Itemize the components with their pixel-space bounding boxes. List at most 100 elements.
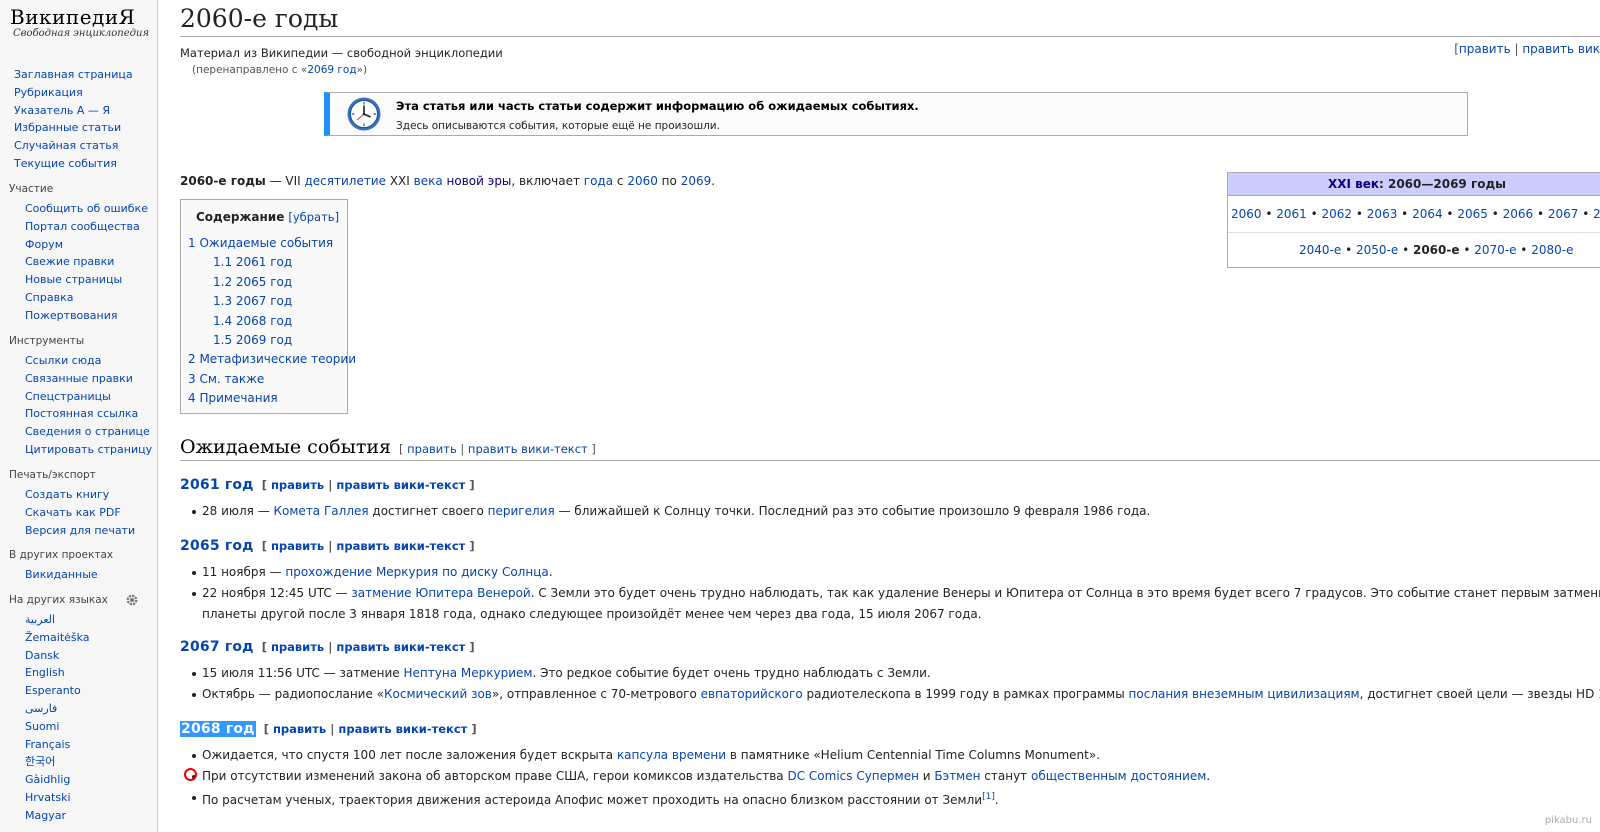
sidebar-item-help[interactable]: Справка [25,291,73,304]
sidebar-item-new-pages[interactable]: Новые страницы [25,273,122,286]
item-link[interactable]: перигелия [488,504,555,518]
item-link[interactable]: затмение Юпитера Венерой [351,586,530,600]
navbox-year-link[interactable]: 2064 [1412,207,1443,221]
intro-link-2060[interactable]: 2060 [627,174,658,188]
toc-item[interactable]: 4 Примечания [188,391,278,405]
item-link[interactable]: Комета Галлея [274,504,369,518]
sidebar-item-create-book[interactable]: Создать книгу [25,488,109,501]
navbox-year-link[interactable]: 2067 [1548,207,1579,221]
sidebar-item-donate[interactable]: Пожертвования [25,309,117,322]
sidebar-item-featured[interactable]: Избранные статьи [14,121,121,134]
edit-link[interactable]: править [273,722,326,736]
intro-link-decade[interactable]: десятилетие [305,174,387,188]
sidebar-item-permalink[interactable]: Постоянная ссылка [25,407,138,420]
toc-item[interactable]: 1 Ожидаемые события [188,236,333,250]
lang-item-gaelic[interactable]: Gàidhlig [25,773,70,786]
navbox-year-link[interactable]: 2068 [1593,207,1600,221]
sidebar-item-index[interactable]: Указатель А — Я [14,104,110,117]
sidebar-item-random[interactable]: Случайная статья [14,139,118,152]
item-link[interactable]: Нептуна Меркурием [404,666,533,680]
navbox-year-link[interactable]: 2060 [1231,207,1262,221]
navbox-decade-link[interactable]: 2070-е [1474,243,1516,257]
sidebar-item-forum[interactable]: Форум [25,238,63,251]
navbox-year-link[interactable]: 2066 [1503,207,1534,221]
item-link[interactable]: послания внеземным цивилизациям [1129,687,1360,701]
item-link[interactable]: прохождение Меркурия по диску Солнца [285,565,548,579]
reference-link[interactable]: [1] [982,792,995,802]
lang-item-english[interactable]: English [25,666,65,679]
item-link[interactable]: капсула времени [617,748,726,762]
sidebar-item-categories[interactable]: Рубрикация [14,86,83,99]
toc-item[interactable]: 1.3 2067 год [213,294,292,308]
sidebar-item-page-info[interactable]: Сведения о странице [25,425,150,438]
edit-wiki-link[interactable]: править вики-текст [336,640,465,654]
sidebar-item-main-page[interactable]: Заглавная страница [14,68,133,81]
sidebar-item-printable[interactable]: Версия для печати [25,524,135,537]
toc-item[interactable]: 2 Метафизические теории [188,352,356,366]
lang-item-esperanto[interactable]: Esperanto [25,684,81,697]
intro-link-new-era[interactable]: новой эры [447,174,512,188]
edit-link[interactable]: править [407,442,457,456]
item-link[interactable]: Супермен [856,769,919,783]
edit-bracket: [ [261,640,267,654]
sidebar-item-download-pdf[interactable]: Скачать как PDF [25,506,121,519]
toc-item[interactable]: 1.4 2068 год [213,314,292,328]
navbox-decade-link[interactable]: 2080-е [1531,243,1573,257]
edit-link[interactable]: править [271,640,324,654]
redirect-link[interactable]: 2069 год [307,64,356,76]
item-link[interactable]: Космический зов [384,687,492,701]
navbox-year-link[interactable]: 2065 [1457,207,1488,221]
sidebar-item-cite[interactable]: Цитировать страницу [25,443,152,456]
item-text: 15 июля 11:56 UTC — затмение [202,666,404,680]
edit-link[interactable]: править [271,539,324,553]
sidebar-item-community-portal[interactable]: Портал сообщества [25,220,140,233]
navbox-current-decade: 2060-е [1412,243,1460,257]
toc-item[interactable]: 1.1 2061 год [213,255,292,269]
navbox-century-link[interactable]: XXI век [1328,177,1379,191]
intro-link-century[interactable]: века [414,174,443,188]
sidebar-item-wikidata[interactable]: Викиданные [25,568,98,581]
top-edit-wiki-link[interactable]: править вик [1522,42,1600,56]
item-link[interactable]: Бэтмен [934,769,980,783]
gear-icon[interactable] [125,593,139,607]
sidebar-item-recent-changes[interactable]: Свежие правки [25,255,114,268]
intro-link-2069[interactable]: 2069 [681,174,712,188]
lang-item-persian[interactable]: فارسی [25,702,57,715]
sidebar-item-current-events[interactable]: Текущие события [14,157,117,170]
lang-item-arabic[interactable]: العربية [25,613,55,626]
edit-wiki-link[interactable]: править вики-текст [468,442,588,456]
navbox-year-link[interactable]: 2061 [1276,207,1307,221]
intro-text: по [657,174,681,188]
sidebar-item-what-links-here[interactable]: Ссылки сюда [25,354,101,367]
item-link[interactable]: DC Comics [787,769,852,783]
wikipedia-logo[interactable]: ВикипедиЯ Свободная энциклопедия [10,6,150,40]
edit-wiki-link[interactable]: править вики-текст [336,539,465,553]
sidebar-item-report-error[interactable]: Сообщить об ошибке [25,202,148,215]
toc-item[interactable]: 1.5 2069 год [213,333,292,347]
navbox-decade-link[interactable]: 2050-е [1356,243,1398,257]
lang-item-hungarian[interactable]: Magyar [25,809,66,822]
item-link[interactable]: евпаторийского [701,687,803,701]
lang-item-danish[interactable]: Dansk [25,649,59,662]
item-link[interactable]: общественным достоянием [1031,769,1206,783]
toc-hide-toggle[interactable]: [убрать] [288,210,339,224]
sidebar-item-special-pages[interactable]: Спецстраницы [25,390,111,403]
intro-link-years[interactable]: года [584,174,613,188]
lang-item-finnish[interactable]: Suomi [25,720,59,733]
lang-item-korean[interactable]: 한국어 [25,755,55,768]
navbox-decade-link[interactable]: 2040-е [1299,243,1341,257]
sidebar-item-related-changes[interactable]: Связанные правки [25,372,133,385]
edit-link[interactable]: править [271,478,324,492]
toc-item[interactable]: 1.2 2065 год [213,275,292,289]
lang-item-french[interactable]: Français [25,738,70,751]
edit-wiki-link[interactable]: править вики-текст [336,478,465,492]
navbox-year-link[interactable]: 2063 [1367,207,1398,221]
lang-item-croatian[interactable]: Hrvatski [25,791,71,804]
toc-item[interactable]: 3 См. также [188,372,264,386]
edit-wiki-link[interactable]: править вики-текст [338,722,467,736]
navbox-year-link[interactable]: 2062 [1322,207,1353,221]
lang-item-samogitian[interactable]: Žemaitėška [25,631,90,644]
heading-2067: 2067 год [ править | править вики-текст ] [180,638,475,656]
top-edit-link[interactable]: править [1459,42,1511,56]
edit-sep: | [324,478,337,492]
